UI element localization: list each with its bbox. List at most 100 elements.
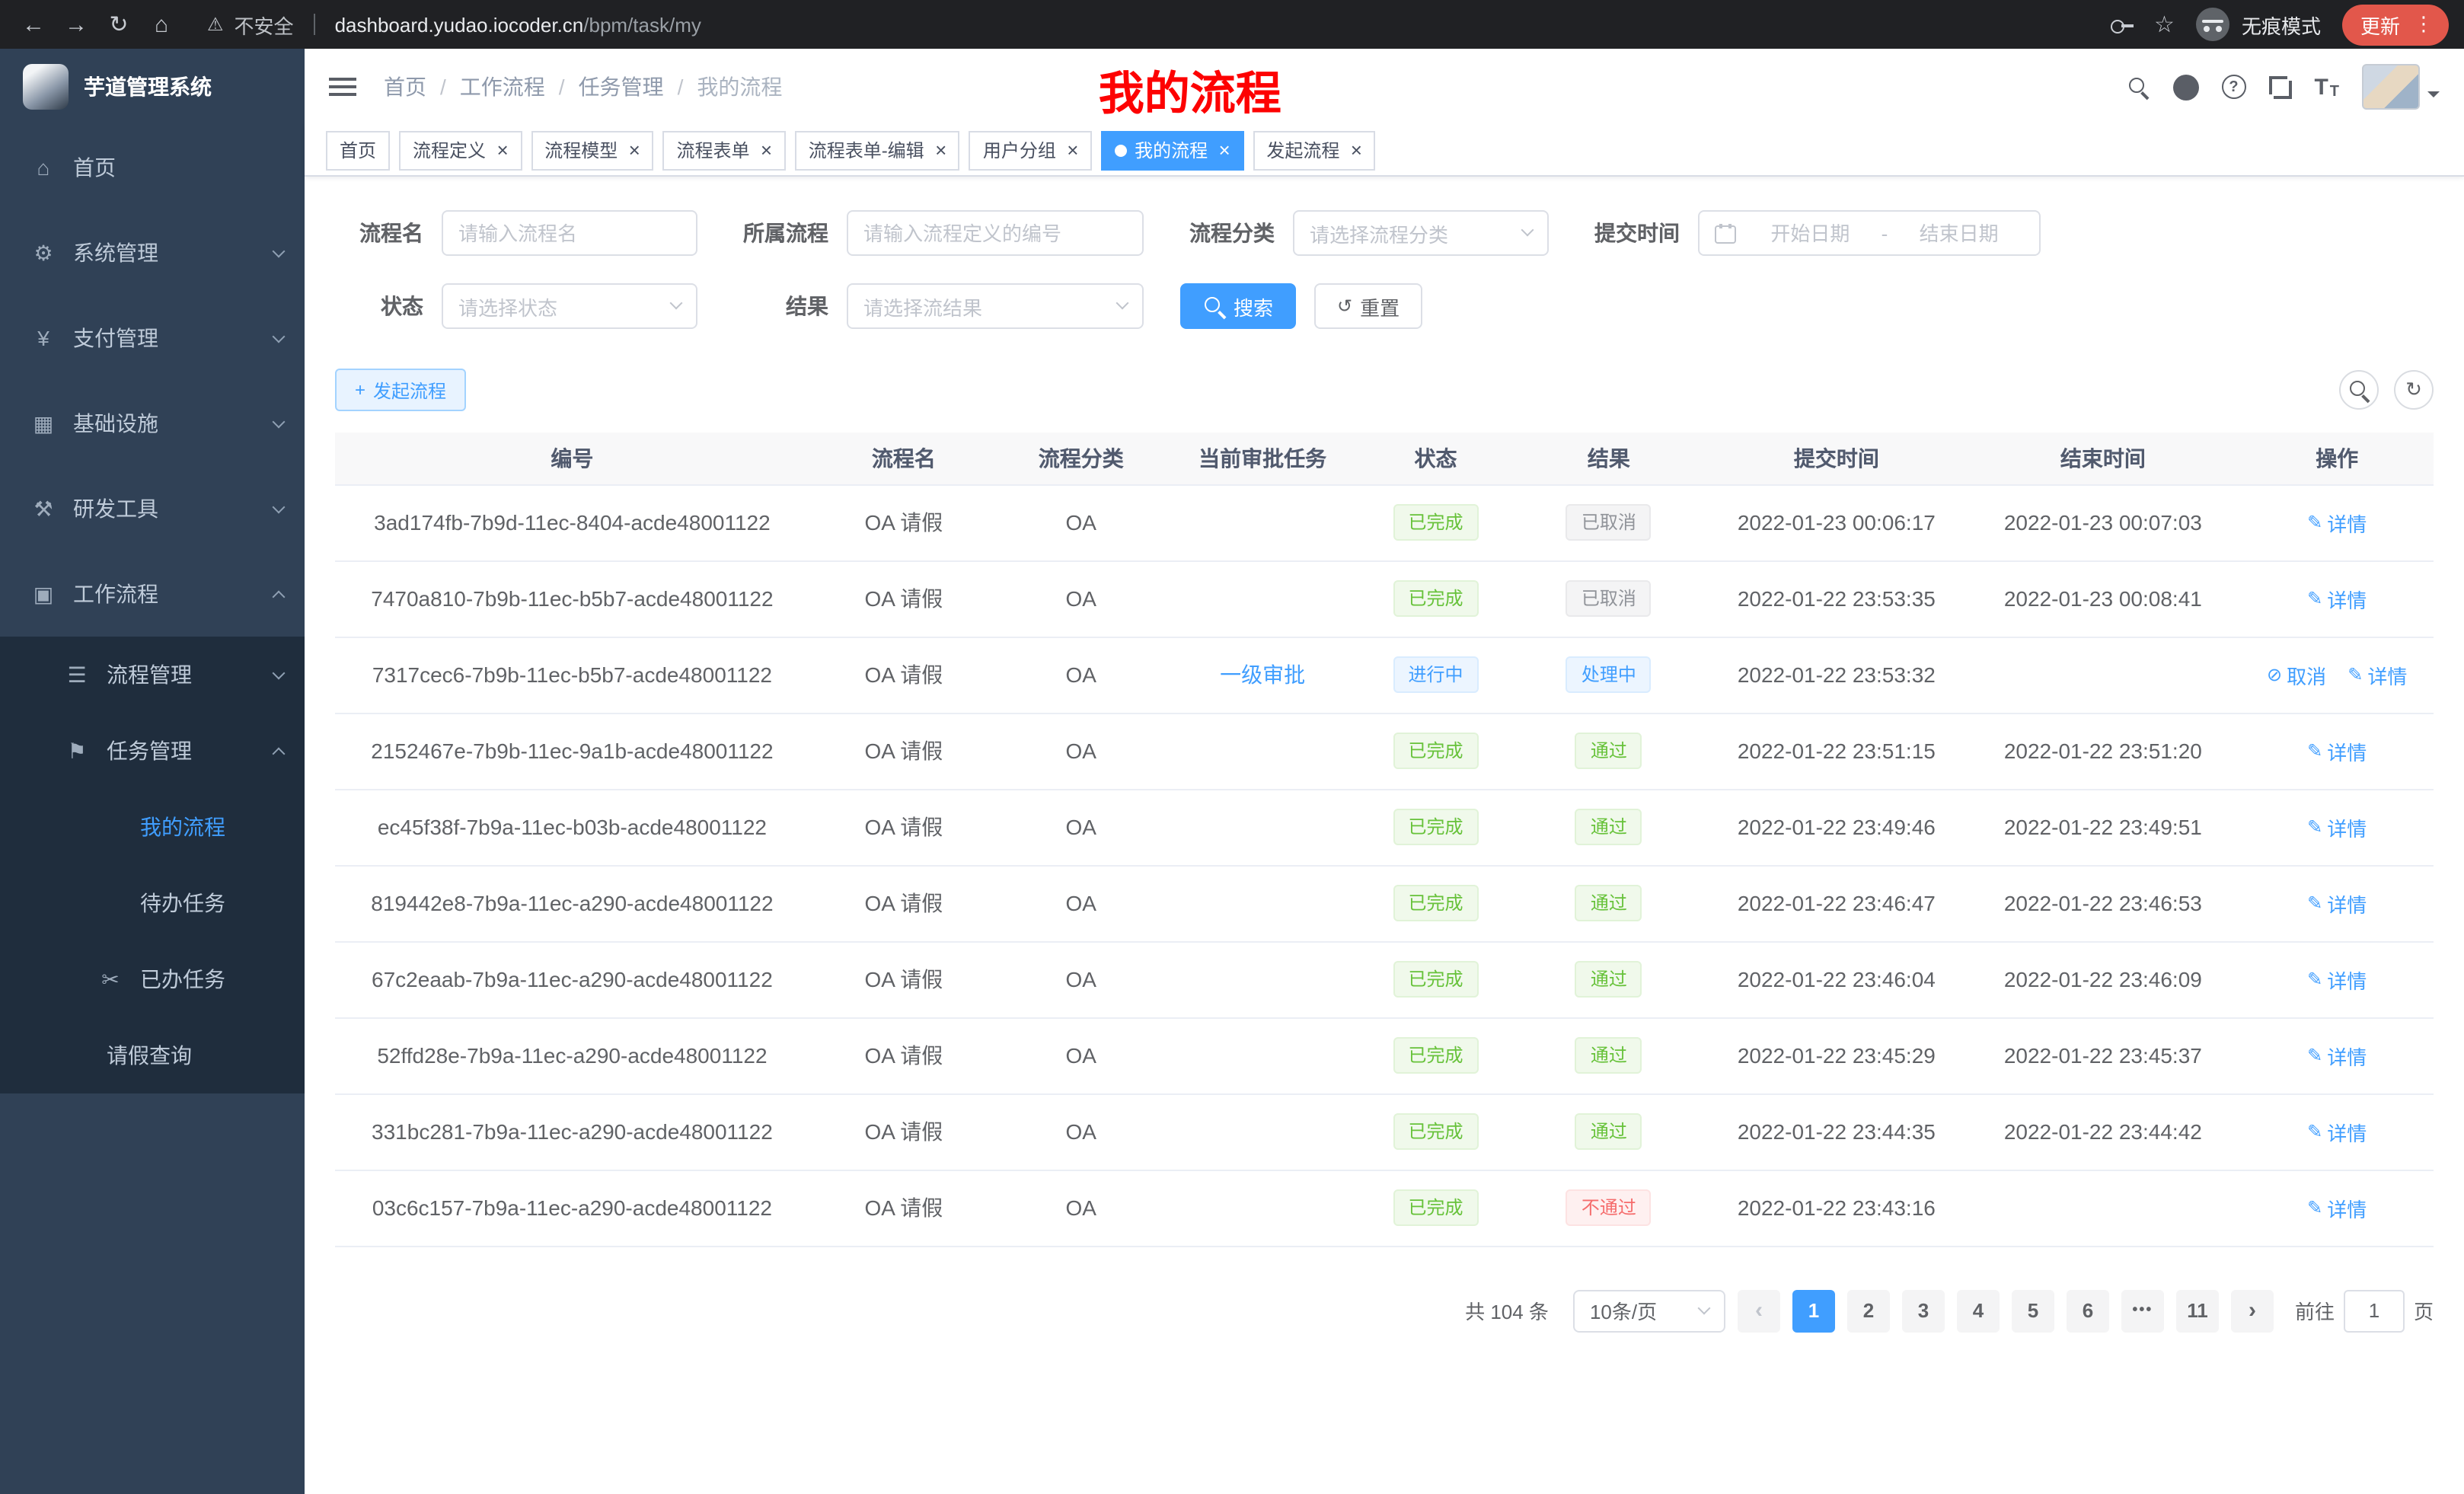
avatar[interactable] <box>2362 64 2420 110</box>
tab-my-process[interactable]: 我的流程× <box>1101 130 1243 170</box>
tab-process-form[interactable]: 流程表单× <box>662 130 785 170</box>
search-icon[interactable] <box>2127 75 2150 98</box>
sidebar-item-task-management[interactable]: ⚑任务管理 <box>0 713 305 789</box>
security-label[interactable]: 不安全 <box>235 10 294 39</box>
process-name-input[interactable] <box>458 222 681 244</box>
profile-chip[interactable]: 无痕模式 <box>2196 8 2321 41</box>
breadcrumb-item[interactable]: 任务管理 <box>579 72 664 102</box>
jump-suffix-label: 页 <box>2414 1296 2434 1325</box>
start-date-input[interactable] <box>1745 222 1875 244</box>
sidebar-item-system-management[interactable]: ⚙系统管理 <box>0 210 305 295</box>
detail-action-button[interactable]: ✎详情 <box>2307 508 2367 537</box>
page-button-2[interactable]: 2 <box>1847 1289 1890 1332</box>
sidebar-toggle-icon[interactable] <box>329 76 356 97</box>
prev-page-button[interactable]: ‹ <box>1738 1289 1780 1332</box>
cancel-action-button[interactable]: ⊘取消 <box>2267 660 2326 689</box>
tab-process-model[interactable]: 流程模型× <box>531 130 653 170</box>
fullscreen-icon[interactable] <box>2268 75 2291 98</box>
start-process-button[interactable]: + 发起流程 <box>335 369 466 411</box>
github-icon[interactable] <box>2172 74 2198 100</box>
cell-end-time: 2022-01-22 23:44:42 <box>1965 1093 2240 1170</box>
detail-action-button[interactable]: ✎详情 <box>2307 965 2367 994</box>
browser-reload-icon[interactable]: ↻ <box>101 6 137 43</box>
tab-process-form-edit[interactable]: 流程表单-编辑× <box>795 130 960 170</box>
tab-process-definition[interactable]: 流程定义× <box>399 130 522 170</box>
status-select[interactable]: 请选择状态 <box>442 283 697 329</box>
detail-action-button[interactable]: ✎详情 <box>2307 1193 2367 1222</box>
sidebar-item-payment-management[interactable]: ¥支付管理 <box>0 295 305 381</box>
sidebar-item-process-management[interactable]: ☰流程管理 <box>0 637 305 713</box>
sidebar-item-done-tasks[interactable]: ✂已办任务 <box>0 941 305 1017</box>
password-key-icon[interactable] <box>2110 13 2133 36</box>
page-button-11[interactable]: 11 <box>2176 1289 2219 1332</box>
breadcrumb-item[interactable]: 首页 <box>384 72 426 102</box>
sidebar-item-dev-tools[interactable]: ⚒研发工具 <box>0 466 305 551</box>
kebab-menu-icon[interactable]: ⋮ <box>2414 12 2434 37</box>
page-button-3[interactable]: 3 <box>1902 1289 1945 1332</box>
address-bar[interactable]: ⚠ 不安全 dashboard.yudao.iocoder.cn/bpm/tas… <box>207 10 701 39</box>
tab-close-icon[interactable]: × <box>1067 140 1078 160</box>
toggle-search-button[interactable] <box>2339 370 2379 410</box>
page-button-6[interactable]: 6 <box>2067 1289 2109 1332</box>
page-size-select[interactable]: 10条/页 <box>1573 1289 1725 1332</box>
browser-home-icon[interactable]: ⌂ <box>143 6 180 43</box>
tab-home[interactable]: 首页 <box>326 130 390 170</box>
column-header: 结束时间 <box>1965 433 2240 484</box>
tab-close-icon[interactable]: × <box>1218 140 1230 160</box>
detail-action-button[interactable]: ✎详情 <box>2307 736 2367 765</box>
breadcrumb-item[interactable]: 工作流程 <box>460 72 545 102</box>
update-button[interactable]: 更新 ⋮ <box>2342 4 2449 45</box>
detail-icon: ✎ <box>2307 969 2322 990</box>
status-tag: 已完成 <box>1393 580 1478 617</box>
plus-icon: + <box>355 379 365 401</box>
page-button-5[interactable]: 5 <box>2012 1289 2054 1332</box>
app-logo[interactable]: 芋道管理系统 <box>0 49 305 125</box>
search-icon <box>2348 378 2370 401</box>
page-button-4[interactable]: 4 <box>1957 1289 2000 1332</box>
page-button-1[interactable]: 1 <box>1792 1289 1835 1332</box>
detail-action-button[interactable]: ✎详情 <box>2307 1041 2367 1070</box>
detail-action-button[interactable]: ✎详情 <box>2307 812 2367 841</box>
jump-page-input[interactable] <box>2344 1289 2405 1332</box>
tab-close-icon[interactable]: × <box>935 140 946 160</box>
sidebar-item-leave-query[interactable]: 请假查询 <box>0 1017 305 1093</box>
action-label: 取消 <box>2287 660 2326 689</box>
submit-time-range-picker[interactable]: - <box>1698 210 2041 256</box>
tab-close-icon[interactable]: × <box>496 140 508 160</box>
tab-close-icon[interactable]: × <box>761 140 772 160</box>
help-icon[interactable]: ? <box>2221 75 2245 99</box>
sidebar-item-home[interactable]: ⌂首页 <box>0 125 305 210</box>
url-text[interactable]: dashboard.yudao.iocoder.cn/bpm/task/my <box>335 13 701 36</box>
sidebar-item-label: 流程管理 <box>107 659 192 690</box>
approval-task-link[interactable]: 一级审批 <box>1220 662 1305 687</box>
sidebar-item-infrastructure[interactable]: ▦基础设施 <box>0 381 305 466</box>
detail-action-button[interactable]: ✎详情 <box>2348 660 2407 689</box>
tab-user-group[interactable]: 用户分组× <box>969 130 1092 170</box>
bookmark-star-icon[interactable]: ☆ <box>2154 11 2175 38</box>
reset-button[interactable]: ↺ 重置 <box>1314 283 1422 329</box>
page-ellipsis-button[interactable]: ••• <box>2121 1289 2164 1332</box>
user-menu[interactable] <box>2362 64 2440 110</box>
sidebar-item-workflow[interactable]: ▣工作流程 <box>0 551 305 637</box>
tab-close-icon[interactable]: × <box>628 140 640 160</box>
chevron-down-icon <box>1697 1301 1710 1314</box>
process-definition-input[interactable] <box>863 222 1127 244</box>
browser-forward-icon[interactable]: → <box>58 6 94 43</box>
end-date-input[interactable] <box>1894 222 2024 244</box>
sidebar-item-todo-tasks[interactable]: 待办任务 <box>0 865 305 941</box>
tab-start-process[interactable]: 发起流程× <box>1253 130 1375 170</box>
detail-action-button[interactable]: ✎详情 <box>2307 584 2367 613</box>
process-table: 编号流程名流程分类当前审批任务状态结果提交时间结束时间操作 3ad174fb-7… <box>335 433 2434 1247</box>
tab-close-icon[interactable]: × <box>1350 140 1361 160</box>
font-size-icon[interactable]: TT <box>2314 74 2339 100</box>
detail-action-button[interactable]: ✎详情 <box>2307 1117 2367 1146</box>
category-select[interactable]: 请选择流程分类 <box>1293 210 1549 256</box>
refresh-table-button[interactable]: ↻ <box>2394 370 2434 410</box>
sidebar-item-my-process[interactable]: 我的流程 <box>0 789 305 865</box>
search-button[interactable]: 搜索 <box>1180 283 1296 329</box>
browser-back-icon[interactable]: ← <box>15 6 52 43</box>
detail-action-button[interactable]: ✎详情 <box>2307 889 2367 918</box>
next-page-button[interactable]: › <box>2231 1289 2274 1332</box>
cell-submit-time: 2022-01-23 00:06:17 <box>1707 484 1965 560</box>
result-select[interactable]: 请选择流结果 <box>847 283 1144 329</box>
